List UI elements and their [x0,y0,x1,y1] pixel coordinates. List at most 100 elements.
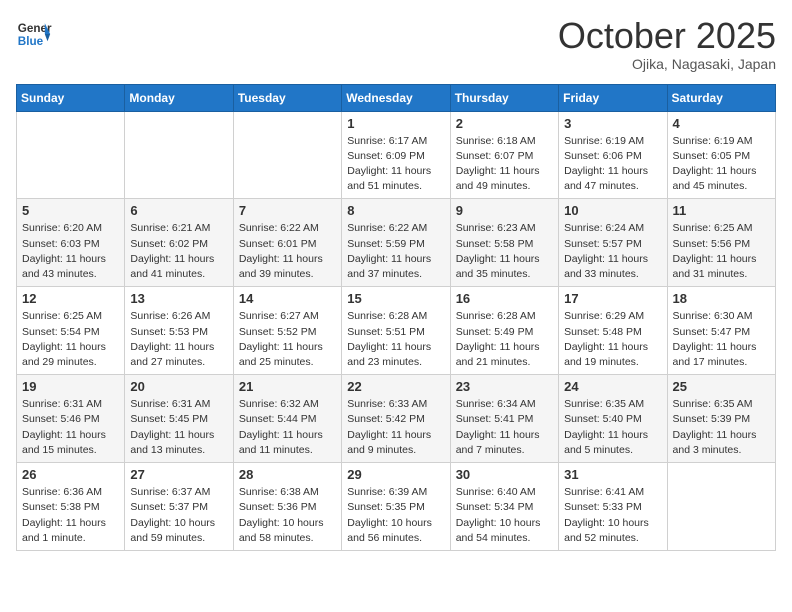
calendar-header-row: SundayMondayTuesdayWednesdayThursdayFrid… [17,84,776,111]
column-header-saturday: Saturday [667,84,775,111]
calendar-week-1: 1Sunrise: 6:17 AMSunset: 6:09 PMDaylight… [17,111,776,199]
calendar-cell: 1Sunrise: 6:17 AMSunset: 6:09 PMDaylight… [342,111,450,199]
day-number: 24 [564,379,661,394]
day-number: 6 [130,203,227,218]
day-info: Sunrise: 6:18 AMSunset: 6:07 PMDaylight:… [456,134,553,195]
calendar-cell: 27 Sunrise: 6:37 AMSunset: 5:37 PMDayligh… [125,463,233,551]
day-info: Sunrise: 6:29 AMSunset: 5:48 PMDaylight:… [564,309,661,370]
day-info: Sunrise: 6:26 AMSunset: 5:53 PMDaylight:… [130,309,227,370]
calendar-cell: 3 Sunrise: 6:19 AMSunset: 6:06 PMDaylight… [559,111,667,199]
logo-icon: General Blue [16,16,52,52]
calendar-cell: 14Sunrise: 6:27 AMSunset: 5:52 PMDayligh… [233,287,341,375]
column-header-sunday: Sunday [17,84,125,111]
calendar-cell: 25 Sunrise: 6:35 AMSunset: 5:39 PMDayligh… [667,375,775,463]
day-info: Sunrise: 6:17 AMSunset: 6:09 PMDaylight:… [347,134,444,195]
day-info: Sunrise: 6:35 AMSunset: 5:39 PMDaylight:… [673,397,770,458]
day-info: Sunrise: 6:38 AMSunset: 5:36 PMDaylight:… [239,485,336,546]
day-info: Sunrise: 6:37 AMSunset: 5:37 PMDaylight:… [130,485,227,546]
month-title: October 2025 [558,16,776,56]
calendar-cell: 20Sunrise: 6:31 AMSunset: 5:45 PMDayligh… [125,375,233,463]
calendar-cell: 12 Sunrise: 6:25 AMSunset: 5:54 PMDayligh… [17,287,125,375]
day-info: Sunrise: 6:41 AMSunset: 5:33 PMDaylight:… [564,485,661,546]
day-info: Sunrise: 6:35 AMSunset: 5:40 PMDaylight:… [564,397,661,458]
calendar-cell [125,111,233,199]
day-info: Sunrise: 6:23 AMSunset: 5:58 PMDaylight:… [456,221,553,282]
day-number: 5 [22,203,119,218]
location-subtitle: Ojika, Nagasaki, Japan [558,56,776,72]
column-header-wednesday: Wednesday [342,84,450,111]
day-number: 7 [239,203,336,218]
day-info: Sunrise: 6:31 AMSunset: 5:46 PMDaylight:… [22,397,119,458]
calendar-cell: 28 Sunrise: 6:38 AMSunset: 5:36 PMDayligh… [233,463,341,551]
calendar-week-2: 5Sunrise: 6:20 AMSunset: 6:03 PMDaylight… [17,199,776,287]
calendar-cell: 10 Sunrise: 6:24 AMSunset: 5:57 PMDayligh… [559,199,667,287]
day-number: 15 [347,291,444,306]
day-info: Sunrise: 6:25 AMSunset: 5:54 PMDaylight:… [22,309,119,370]
day-info: Sunrise: 6:24 AMSunset: 5:57 PMDaylight:… [564,221,661,282]
day-info: Sunrise: 6:32 AMSunset: 5:44 PMDaylight:… [239,397,336,458]
day-number: 25 [673,379,770,394]
logo: General Blue [16,16,52,52]
day-info: Sunrise: 6:22 AMSunset: 5:59 PMDaylight:… [347,221,444,282]
calendar-cell: 4 Sunrise: 6:19 AMSunset: 6:05 PMDaylight… [667,111,775,199]
calendar-cell: 24 Sunrise: 6:35 AMSunset: 5:40 PMDayligh… [559,375,667,463]
calendar-cell: 2 Sunrise: 6:18 AMSunset: 6:07 PMDaylight… [450,111,558,199]
day-number: 4 [673,116,770,131]
calendar-cell: 18Sunrise: 6:30 AMSunset: 5:47 PMDayligh… [667,287,775,375]
calendar-cell: 16 Sunrise: 6:28 AMSunset: 5:49 PMDayligh… [450,287,558,375]
title-block: October 2025 Ojika, Nagasaki, Japan [558,16,776,72]
day-number: 8 [347,203,444,218]
day-number: 3 [564,116,661,131]
calendar-cell: 17 Sunrise: 6:29 AMSunset: 5:48 PMDayligh… [559,287,667,375]
day-info: Sunrise: 6:40 AMSunset: 5:34 PMDaylight:… [456,485,553,546]
day-info: Sunrise: 6:33 AMSunset: 5:42 PMDaylight:… [347,397,444,458]
calendar-week-5: 26 Sunrise: 6:36 AMSunset: 5:38 PMDayligh… [17,463,776,551]
day-info: Sunrise: 6:31 AMSunset: 5:45 PMDaylight:… [130,397,227,458]
calendar-cell: 11 Sunrise: 6:25 AMSunset: 5:56 PMDayligh… [667,199,775,287]
day-info: Sunrise: 6:39 AMSunset: 5:35 PMDaylight:… [347,485,444,546]
day-number: 16 [456,291,553,306]
day-number: 30 [456,467,553,482]
calendar-cell: 13Sunrise: 6:26 AMSunset: 5:53 PMDayligh… [125,287,233,375]
day-number: 12 [22,291,119,306]
column-header-friday: Friday [559,84,667,111]
column-header-tuesday: Tuesday [233,84,341,111]
day-number: 9 [456,203,553,218]
calendar-cell: 5Sunrise: 6:20 AMSunset: 6:03 PMDaylight… [17,199,125,287]
day-number: 10 [564,203,661,218]
column-header-monday: Monday [125,84,233,111]
day-number: 17 [564,291,661,306]
day-info: Sunrise: 6:36 AMSunset: 5:38 PMDaylight:… [22,485,119,546]
calendar-cell: 29 Sunrise: 6:39 AMSunset: 5:35 PMDayligh… [342,463,450,551]
calendar-cell [17,111,125,199]
day-number: 2 [456,116,553,131]
calendar-cell: 22 Sunrise: 6:33 AMSunset: 5:42 PMDayligh… [342,375,450,463]
day-info: Sunrise: 6:28 AMSunset: 5:51 PMDaylight:… [347,309,444,370]
day-number: 22 [347,379,444,394]
day-number: 11 [673,203,770,218]
day-info: Sunrise: 6:28 AMSunset: 5:49 PMDaylight:… [456,309,553,370]
calendar-cell: 15 Sunrise: 6:28 AMSunset: 5:51 PMDayligh… [342,287,450,375]
svg-text:Blue: Blue [18,35,44,48]
column-header-thursday: Thursday [450,84,558,111]
calendar-cell: 19Sunrise: 6:31 AMSunset: 5:46 PMDayligh… [17,375,125,463]
day-number: 29 [347,467,444,482]
day-number: 27 [130,467,227,482]
calendar-cell [667,463,775,551]
day-number: 28 [239,467,336,482]
day-info: Sunrise: 6:19 AMSunset: 6:05 PMDaylight:… [673,134,770,195]
day-number: 23 [456,379,553,394]
day-info: Sunrise: 6:19 AMSunset: 6:06 PMDaylight:… [564,134,661,195]
calendar-cell: 9 Sunrise: 6:23 AMSunset: 5:58 PMDaylight… [450,199,558,287]
calendar-cell: 31Sunrise: 6:41 AMSunset: 5:33 PMDayligh… [559,463,667,551]
day-number: 26 [22,467,119,482]
day-info: Sunrise: 6:22 AMSunset: 6:01 PMDaylight:… [239,221,336,282]
calendar-week-3: 12 Sunrise: 6:25 AMSunset: 5:54 PMDayligh… [17,287,776,375]
day-info: Sunrise: 6:30 AMSunset: 5:47 PMDaylight:… [673,309,770,370]
calendar-cell: 21 Sunrise: 6:32 AMSunset: 5:44 PMDayligh… [233,375,341,463]
day-info: Sunrise: 6:25 AMSunset: 5:56 PMDaylight:… [673,221,770,282]
calendar-cell: 6Sunrise: 6:21 AMSunset: 6:02 PMDaylight… [125,199,233,287]
calendar-cell: 30 Sunrise: 6:40 AMSunset: 5:34 PMDayligh… [450,463,558,551]
day-number: 21 [239,379,336,394]
page-header: General Blue October 2025 Ojika, Nagasak… [16,16,776,72]
